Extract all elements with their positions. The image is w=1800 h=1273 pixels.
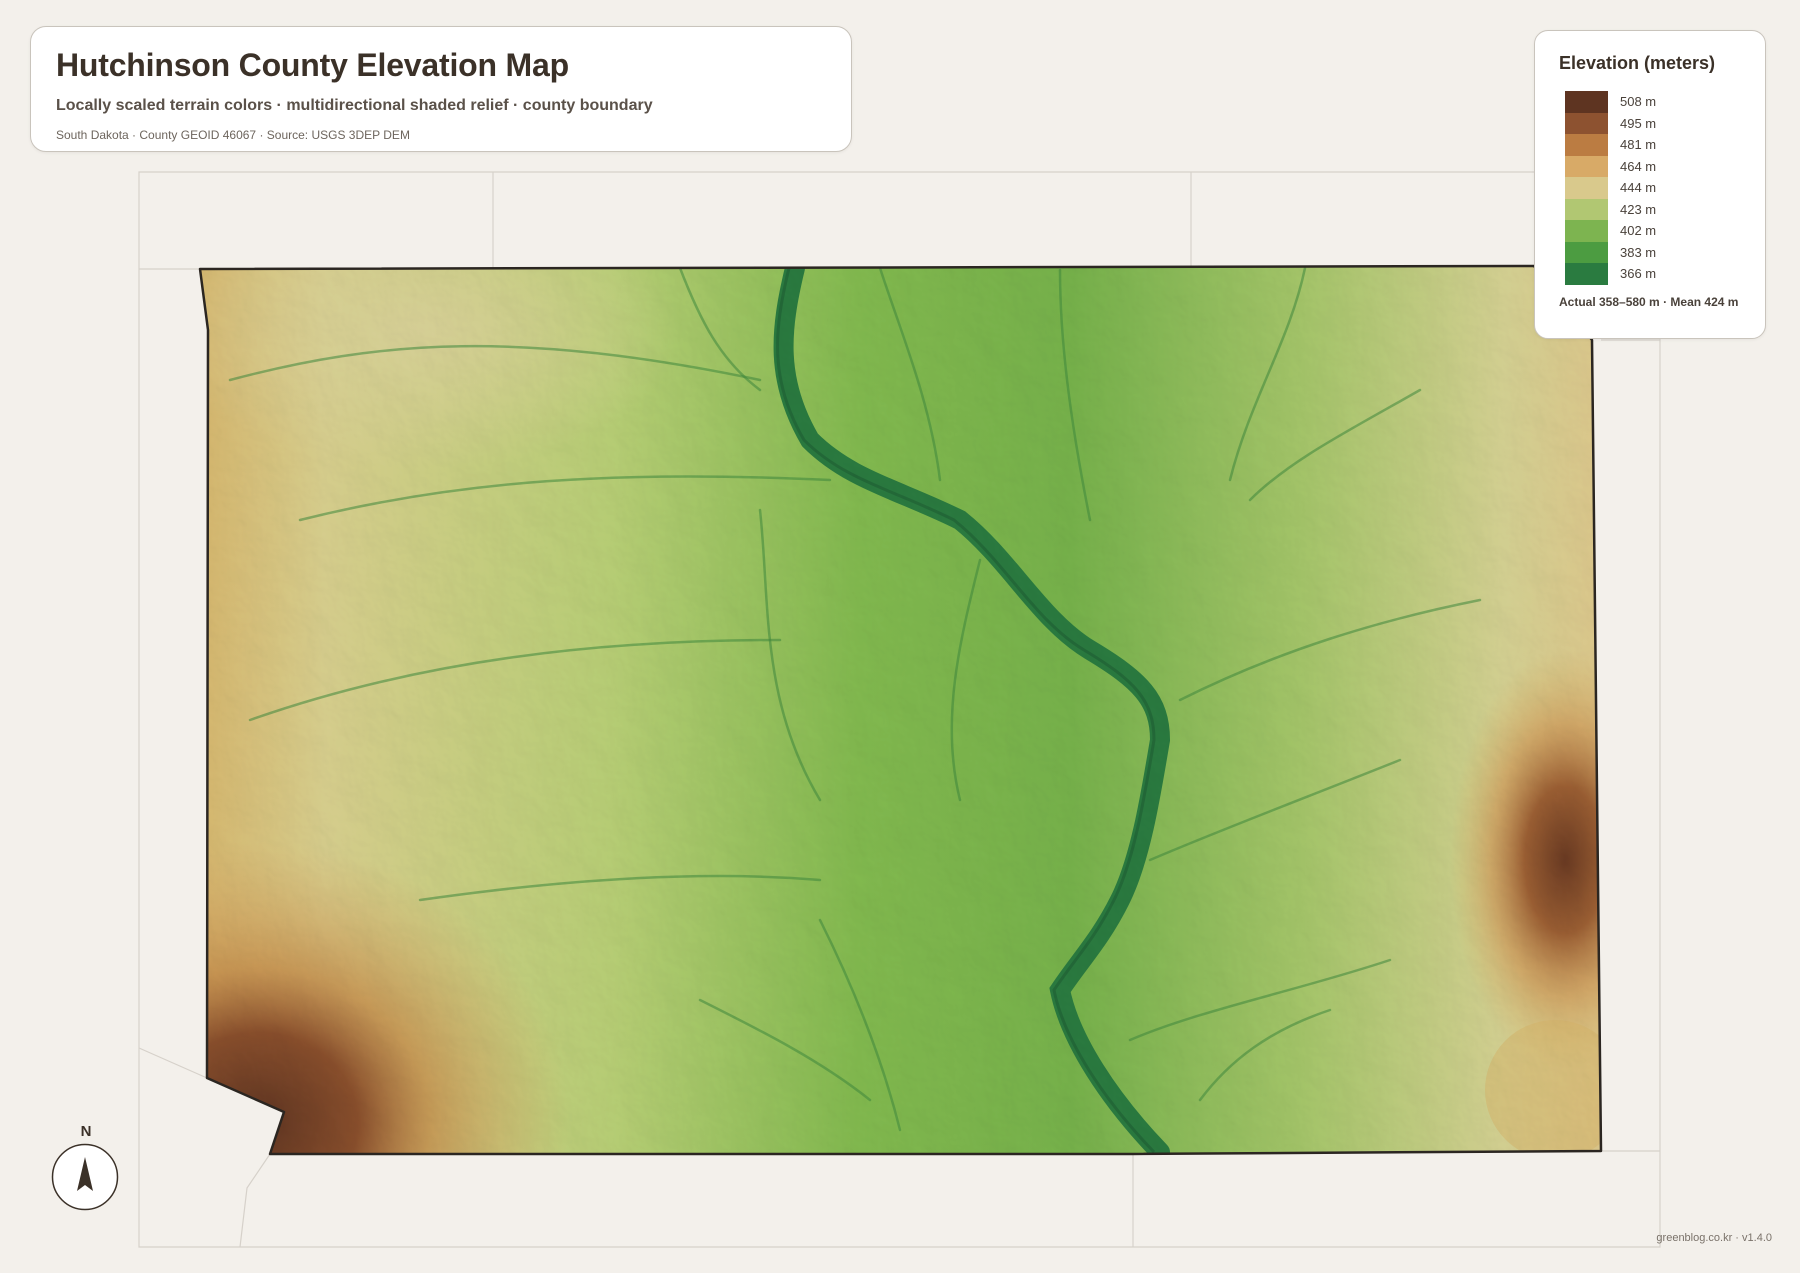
legend-item: 423 m xyxy=(1565,198,1657,220)
north-arrow-icon xyxy=(51,1143,119,1211)
legend-swatch xyxy=(1565,134,1608,156)
legend-summary: Actual 358–580 m · Mean 424 m xyxy=(1559,295,1739,309)
legend-item: 481 m xyxy=(1565,134,1656,156)
legend-item: 444 m xyxy=(1565,177,1656,199)
map-title: Hutchinson County Elevation Map xyxy=(56,47,569,83)
legend-items: 508 m 495 m 481 m 464 m 444 m 423 m 402 … xyxy=(1565,91,1656,285)
legend-label: 508 m xyxy=(1620,94,1657,110)
legend-item: 464 m xyxy=(1565,155,1657,177)
legend-swatch xyxy=(1565,91,1608,113)
legend-item: 495 m xyxy=(1565,112,1657,134)
title-panel: Hutchinson County Elevation Map Locally … xyxy=(30,26,852,152)
map-subtitle: Locally scaled terrain colors · multidir… xyxy=(56,97,653,114)
legend-swatch xyxy=(1565,220,1608,242)
map-source: South Dakota · County GEOID 46067 · Sour… xyxy=(56,128,410,142)
legend-swatch xyxy=(1565,155,1608,177)
legend-item: 366 m xyxy=(1565,263,1656,285)
legend-swatch xyxy=(1565,241,1608,263)
legend-swatch xyxy=(1565,263,1608,285)
elevation-legend: Elevation (meters) 508 m 495 m 481 m 464… xyxy=(1534,30,1766,339)
legend-title: Elevation (meters) xyxy=(1559,53,1716,73)
north-label: N xyxy=(80,1123,92,1140)
legend-label: 366 m xyxy=(1620,266,1657,282)
credit-text: greenblog.co.kr · v1.4.0 xyxy=(1656,1232,1772,1244)
legend-swatch xyxy=(1565,112,1608,134)
legend-label: 481 m xyxy=(1620,137,1657,153)
legend-swatch xyxy=(1565,198,1608,220)
legend-item: 383 m xyxy=(1565,241,1657,263)
legend-label: 464 m xyxy=(1620,158,1657,174)
legend-item: 402 m xyxy=(1565,220,1656,242)
legend-label: 383 m xyxy=(1620,244,1657,260)
legend-label: 444 m xyxy=(1620,180,1657,196)
legend-item: 508 m xyxy=(1565,91,1656,113)
legend-label: 423 m xyxy=(1620,201,1657,217)
legend-label: 402 m xyxy=(1620,223,1657,239)
county-terrain xyxy=(200,266,1601,1154)
terrain-map xyxy=(138,171,1661,1248)
legend-label: 495 m xyxy=(1620,115,1657,131)
legend-swatch xyxy=(1565,177,1608,199)
